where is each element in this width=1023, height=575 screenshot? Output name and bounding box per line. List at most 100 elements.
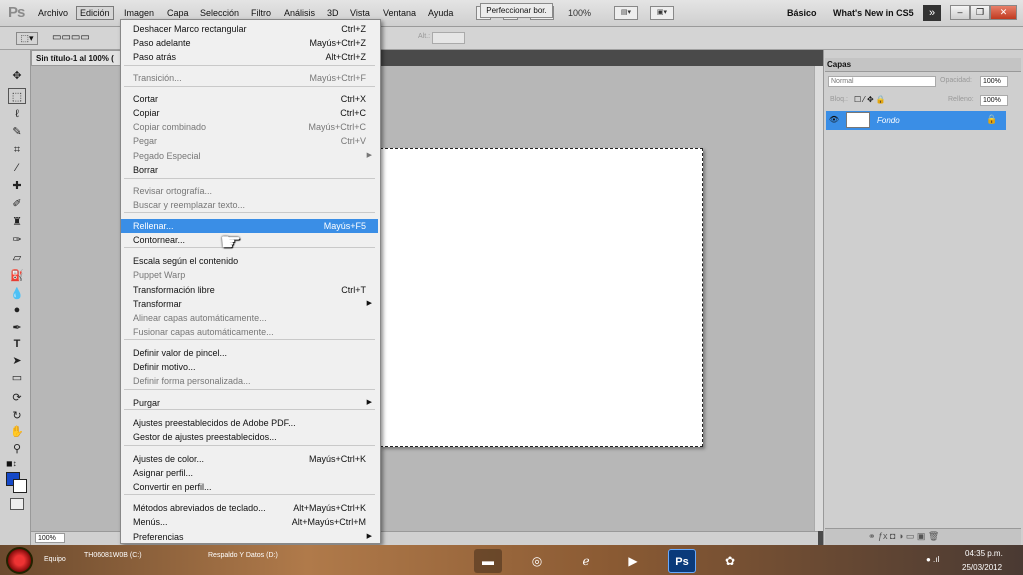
menu-item[interactable]: Definir forma personalizada... <box>121 374 378 388</box>
menu-item[interactable]: Buscar y reemplazar texto... <box>121 198 378 212</box>
document-tab[interactable]: Sin título-1 al 100% ( <box>31 50 121 66</box>
media-player-icon[interactable]: ▶ <box>619 549 647 573</box>
close-button[interactable]: ✕ <box>990 5 1017 20</box>
vertical-scrollbar[interactable] <box>814 66 823 531</box>
menu-ventana[interactable]: Ventana <box>383 8 416 18</box>
menu-capa[interactable]: Capa <box>167 8 189 18</box>
explorer-icon[interactable]: ▬ <box>474 549 502 573</box>
menu-item[interactable]: Transformación libre Ctrl+T <box>121 283 378 297</box>
menu-item[interactable]: Convertir en perfil... <box>121 480 378 494</box>
lock-icons[interactable]: ☐ ⁄ ✥ 🔒 <box>854 95 886 104</box>
eraser-tool-icon[interactable]: ▱ <box>8 250 26 266</box>
menu-3d[interactable]: 3D <box>327 8 339 18</box>
layer-name[interactable]: Fondo <box>877 116 900 125</box>
menu-item[interactable]: Paso atrás Alt+Ctrl+Z <box>121 50 378 64</box>
taskbar-drive-c[interactable]: TH06081W0B (C:) <box>84 552 142 559</box>
taskbar-drive-d[interactable]: Respaldo Y Datos (D:) <box>208 552 278 559</box>
photoshop-taskbar-icon[interactable]: Ps <box>668 549 696 573</box>
shape-tool-icon[interactable]: ▭ <box>8 370 26 386</box>
path-select-icon[interactable]: ➤ <box>8 353 26 369</box>
maximize-button[interactable]: ❐ <box>970 5 990 20</box>
default-colors-icon[interactable]: ◼↕ <box>6 459 26 469</box>
menu-item[interactable]: Contornear... <box>121 233 378 247</box>
eye-icon[interactable]: 👁 <box>828 114 840 126</box>
blur-tool-icon[interactable]: 💧 <box>8 286 26 302</box>
menu-item[interactable]: Pegar Ctrl+V <box>121 134 378 148</box>
height-field[interactable] <box>432 32 465 44</box>
layer-actions-icons[interactable]: ⚭ ƒx ◘ ◑ ▭ ▣ 🗑 <box>868 531 939 542</box>
menu-imagen[interactable]: Imagen <box>124 8 154 18</box>
app-icon[interactable]: ✿ <box>716 549 744 573</box>
more-workspaces-icon[interactable]: » <box>923 5 941 21</box>
workspace-basico[interactable]: Básico <box>787 8 817 18</box>
crop-tool-icon[interactable]: ⌗ <box>8 142 26 158</box>
blend-mode-select[interactable]: Normal <box>828 76 936 87</box>
menu-filtro[interactable]: Filtro <box>251 8 271 18</box>
minimize-button[interactable]: – <box>950 5 970 20</box>
menu-item[interactable]: Revisar ortografía... <box>121 184 378 198</box>
menu-item[interactable]: Copiar combinado Mayús+Ctrl+C <box>121 120 378 134</box>
menu-item[interactable]: Menús... Alt+Mayús+Ctrl+M <box>121 515 378 529</box>
stamp-tool-icon[interactable]: ♜ <box>8 214 26 230</box>
clock-time[interactable]: 04:35 p.m. <box>965 549 1003 558</box>
menu-item[interactable]: Pegado Especial ▶ <box>121 149 378 163</box>
fill-field[interactable]: 100% <box>980 95 1008 106</box>
arrange-documents-icon[interactable]: ▤▾ <box>614 6 638 20</box>
menu-item[interactable]: Escala según el contenido <box>121 254 378 268</box>
menu-item[interactable]: Ajustes de color... Mayús+Ctrl+K <box>121 452 378 466</box>
quick-mask-icon[interactable] <box>10 498 24 510</box>
menu-item[interactable]: Alinear capas automáticamente... <box>121 311 378 325</box>
marquee-preset-icon[interactable]: ⬚▾ <box>16 32 38 45</box>
brush-tool-icon[interactable]: ✐ <box>8 196 26 212</box>
menu-item[interactable]: Transición... Mayús+Ctrl+F <box>121 71 378 85</box>
clock-date[interactable]: 25/03/2012 <box>962 563 1002 572</box>
3d-rotate-icon[interactable]: ⟳ <box>8 390 26 406</box>
menu-edicion[interactable]: Edición <box>76 6 114 20</box>
3d-orbit-icon[interactable]: ↻ <box>8 408 26 424</box>
hand-tool-icon[interactable]: ✋ <box>8 424 26 440</box>
zoom-tool-icon[interactable]: ⚲ <box>8 441 26 457</box>
menu-item[interactable]: Gestor de ajustes preestablecidos... <box>121 430 378 444</box>
menu-item[interactable]: Deshacer Marco rectangular Ctrl+Z <box>121 22 378 36</box>
background-color-swatch[interactable] <box>13 479 27 493</box>
menu-item[interactable]: Paso adelante Mayús+Ctrl+Z <box>121 36 378 50</box>
menu-item[interactable]: Copiar Ctrl+C <box>121 106 378 120</box>
menu-item[interactable]: Ajustes preestablecidos de Adobe PDF... <box>121 416 378 430</box>
menu-item[interactable]: Cortar Ctrl+X <box>121 92 378 106</box>
menu-item[interactable]: Asignar perfil... <box>121 466 378 480</box>
zoom-field[interactable]: 100% <box>35 533 65 543</box>
menu-item[interactable]: Rellenar... Mayús+F5 <box>121 219 378 233</box>
chrome-icon[interactable]: ◎ <box>523 549 551 573</box>
refine-edge-button[interactable]: Perfeccionar bor. <box>480 3 553 18</box>
menu-ayuda[interactable]: Ayuda <box>428 8 453 18</box>
eyedropper-icon[interactable]: ⁄ <box>8 160 26 176</box>
opacity-field[interactable]: 100% <box>980 76 1008 87</box>
menu-item[interactable]: Purgar ▶ <box>121 396 378 410</box>
menu-item[interactable]: Definir motivo... <box>121 360 378 374</box>
document-canvas[interactable] <box>380 148 703 447</box>
menu-archivo[interactable]: Archivo <box>38 8 68 18</box>
menu-item[interactable]: Transformar ▶ <box>121 297 378 311</box>
start-button[interactable] <box>6 547 33 574</box>
move-tool-icon[interactable]: ✥ <box>8 68 26 84</box>
paint-bucket-icon[interactable]: ⛽ <box>8 268 26 284</box>
zoom-level[interactable]: 100% <box>568 8 591 18</box>
pen-tool-icon[interactable]: ✒ <box>8 320 26 336</box>
quick-select-icon[interactable]: ✎ <box>8 124 26 140</box>
workspace-whats-new[interactable]: What's New in CS5 <box>833 8 914 18</box>
signal-icon[interactable]: ● .ıl <box>926 555 939 564</box>
ie-icon[interactable]: ℯ <box>572 549 600 573</box>
healing-brush-icon[interactable]: ✚ <box>8 178 26 194</box>
menu-item[interactable]: Puppet Warp <box>121 268 378 282</box>
layers-tab[interactable]: Capas <box>827 60 851 69</box>
marquee-tool-icon[interactable]: ⬚ <box>8 88 26 104</box>
menu-vista[interactable]: Vista <box>350 8 370 18</box>
menu-item[interactable]: Métodos abreviados de teclado... Alt+Mayú… <box>121 501 378 515</box>
menu-item[interactable]: Fusionar capas automáticamente... <box>121 325 378 339</box>
menu-item[interactable]: Definir valor de pincel... <box>121 346 378 360</box>
screen-mode-icon[interactable]: ▣▾ <box>650 6 674 20</box>
type-tool-icon[interactable]: T <box>8 336 26 352</box>
dodge-tool-icon[interactable]: ● <box>8 302 26 318</box>
lasso-tool-icon[interactable]: ℓ <box>8 106 26 122</box>
menu-item[interactable]: Borrar <box>121 163 378 177</box>
